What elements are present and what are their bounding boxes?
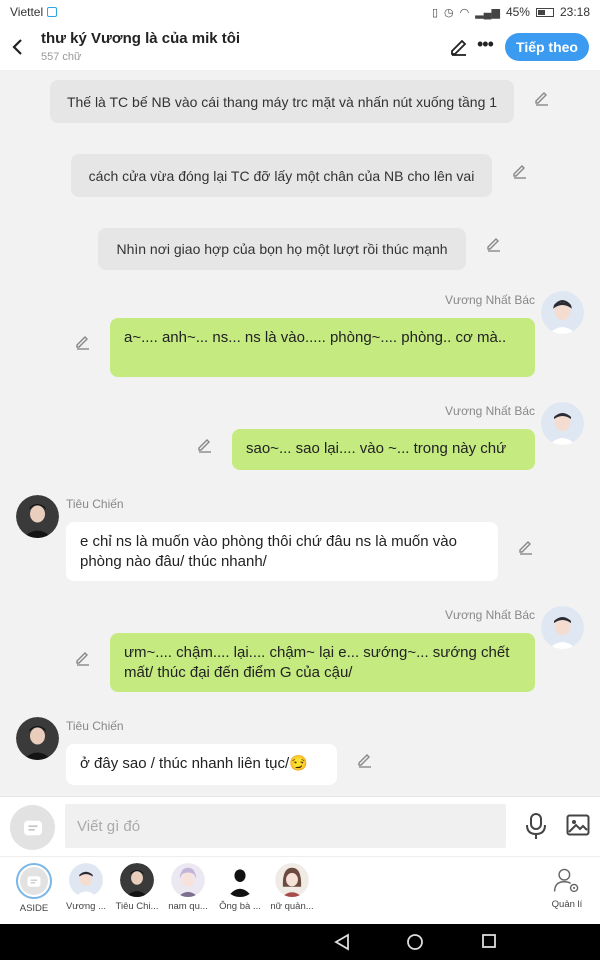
avatar-vuong[interactable]: [541, 606, 584, 649]
more-icon[interactable]: •••: [477, 34, 494, 55]
character-bar: ASIDE Vương ... Tiêu Chi... nam qu... Ôn…: [0, 856, 600, 924]
narration-bubble[interactable]: Nhìn nơi giao hợp của bọn họ một lượt rồ…: [98, 228, 466, 270]
character-nu-quan[interactable]: nữ quản...: [266, 863, 318, 912]
pencil-icon[interactable]: [356, 750, 374, 768]
character-vuong[interactable]: Vương ...: [60, 863, 112, 912]
status-bar: Viettel ▯ ◷ ◠ ▂▄▆ 45% 23:18: [0, 0, 600, 24]
sender-name: Vương Nhất Bác: [445, 293, 535, 307]
character-label: Vương ...: [65, 901, 107, 912]
character-ong-ba[interactable]: Ông bà ...: [214, 863, 266, 912]
character-label: nam qu...: [168, 901, 208, 912]
wifi-icon: ◠: [459, 6, 470, 19]
character-label: Ông bà ...: [219, 901, 261, 912]
signal-icon: ▂▄▆: [475, 6, 500, 19]
character-nam-quan[interactable]: nam qu...: [162, 863, 214, 912]
avatar-tieu-chien[interactable]: [16, 495, 59, 538]
mic-icon[interactable]: [524, 812, 548, 840]
image-icon[interactable]: [566, 814, 590, 836]
pencil-icon[interactable]: [74, 332, 92, 350]
message-bubble[interactable]: ở đây sao / thúc nhanh liên tục/😏: [66, 744, 337, 785]
message-bubble[interactable]: ưm~.... chậm.... lại.... chậm~ lại e... …: [110, 633, 535, 692]
battery-icon: [535, 7, 554, 17]
aside-toggle-button[interactable]: [10, 805, 55, 850]
nav-back-icon[interactable]: [334, 933, 350, 951]
manage-icon: [553, 868, 579, 893]
sender-name: Tiêu Chiến: [66, 719, 124, 733]
vibrate-icon: ▯: [431, 6, 438, 19]
character-aside[interactable]: ASIDE: [8, 863, 60, 914]
pencil-icon[interactable]: [517, 537, 535, 555]
pencil-icon[interactable]: [485, 234, 503, 252]
character-tieu-chien[interactable]: Tiêu Chi...: [111, 863, 163, 912]
avatar-vuong[interactable]: [541, 402, 584, 445]
carrier-app-icon: [47, 7, 58, 17]
sender-name: Vương Nhất Bác: [445, 404, 535, 418]
sender-name: Vương Nhất Bác: [445, 608, 535, 622]
aside-icon: [23, 820, 42, 835]
nav-recents-icon[interactable]: [481, 933, 497, 949]
back-icon[interactable]: [10, 36, 26, 58]
character-label: ASIDE: [19, 903, 49, 914]
message-bubble[interactable]: a~.... anh~... ns... ns là vào..... phòn…: [110, 318, 535, 377]
next-button[interactable]: Tiếp theo: [505, 33, 589, 61]
pencil-icon[interactable]: [511, 161, 529, 179]
character-label: nữ quản...: [270, 901, 314, 912]
clock: 23:18: [559, 5, 590, 19]
avatar-vuong[interactable]: [541, 291, 584, 334]
pencil-icon[interactable]: [74, 648, 92, 666]
nav-home-icon[interactable]: [406, 933, 424, 951]
character-label: Tiêu Chi...: [115, 901, 159, 912]
compose-bar: [0, 796, 600, 856]
manage-characters-button[interactable]: Quản lí: [541, 863, 593, 910]
message-bubble[interactable]: e chỉ ns là muốn vào phòng thôi chứ đâu …: [66, 522, 498, 581]
message-bubble[interactable]: sao~... sao lại.... vào ~... trong này c…: [232, 429, 535, 470]
story-title: thư ký Vương là của mik tôi: [41, 30, 241, 47]
pencil-icon[interactable]: [533, 88, 551, 106]
character-label: Quản lí: [551, 899, 583, 910]
battery-percent: 45%: [505, 5, 530, 19]
app-header: thư ký Vương là của mik tôi 557 chữ ••• …: [0, 24, 600, 70]
narration-bubble[interactable]: cách cửa vừa đóng lại TC đỡ lấy một chân…: [71, 154, 492, 197]
pencil-icon[interactable]: [196, 435, 214, 453]
system-nav-bar: [0, 924, 600, 960]
chat-area[interactable]: Thế là TC bế NB vào cái thang máy trc mặ…: [0, 70, 600, 794]
message-input[interactable]: [65, 804, 506, 848]
narration-bubble[interactable]: Thế là TC bế NB vào cái thang máy trc mặ…: [50, 80, 514, 123]
word-count: 557 chữ: [41, 51, 82, 63]
edit-title-icon[interactable]: [449, 36, 469, 56]
carrier-name: Viettel: [10, 5, 44, 19]
sender-name: Tiêu Chiến: [66, 497, 124, 511]
avatar-tieu-chien[interactable]: [16, 717, 59, 760]
alarm-icon: ◷: [444, 6, 454, 19]
